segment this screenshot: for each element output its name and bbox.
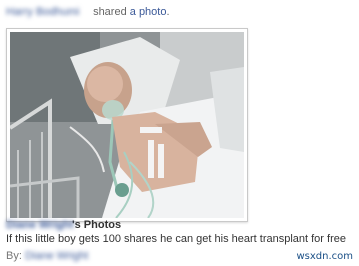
- by-name-link[interactable]: Diane Wright: [25, 250, 88, 263]
- album-suffix: 's Photos: [72, 219, 122, 231]
- album-title[interactable]: Diane Wright's Photos: [6, 219, 121, 232]
- header-period: .: [166, 6, 170, 18]
- actor-name-link[interactable]: Harry Bodhumi: [6, 5, 90, 19]
- shared-photo-frame[interactable]: [6, 28, 248, 222]
- by-label: By:: [6, 250, 22, 262]
- shared-photo[interactable]: [10, 32, 244, 218]
- photo-link[interactable]: a photo: [130, 6, 167, 18]
- photo-caption: If this little boy gets 100 shares he ca…: [6, 233, 346, 245]
- photo-byline: By: Diane Wright: [6, 250, 88, 263]
- watermark: wsxdn.com: [296, 251, 353, 262]
- album-owner-name[interactable]: Diane Wright: [6, 219, 74, 232]
- share-action-text: shared: [93, 6, 127, 18]
- story-header: Harry Bodhumi shared a photo.: [6, 5, 170, 19]
